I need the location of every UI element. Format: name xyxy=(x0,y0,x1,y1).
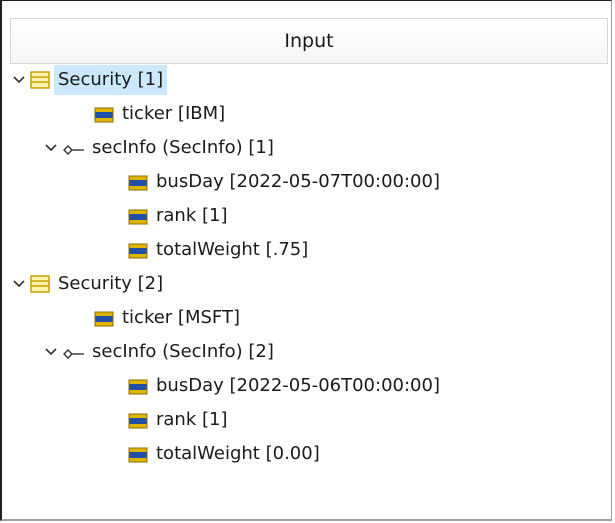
tree-node-group[interactable]: secInfo (SecInfo) [2] xyxy=(2,336,602,368)
tree-node-label: Security [1] xyxy=(54,65,168,95)
tree-node-label: totalWeight [0.00] xyxy=(156,443,320,464)
tree-node-label: rank [1] xyxy=(156,205,228,226)
tree-node-label: Security [2] xyxy=(58,273,164,294)
element-icon xyxy=(30,71,50,94)
tree-node-field[interactable]: rank [1] xyxy=(2,404,602,436)
element-icon xyxy=(30,275,50,298)
field-icon xyxy=(128,413,148,434)
field-icon xyxy=(128,379,148,400)
chevron-down-icon[interactable] xyxy=(42,343,60,361)
tree-node-field[interactable]: ticker [IBM] xyxy=(2,98,602,130)
tree-node-label: totalWeight [.75] xyxy=(156,239,309,260)
tree-node-field[interactable]: rank [1] xyxy=(2,200,602,232)
field-icon xyxy=(128,175,148,196)
tree-node-field[interactable]: totalWeight [0.00] xyxy=(2,438,602,470)
field-icon xyxy=(94,311,114,332)
chevron-down-icon[interactable] xyxy=(10,275,28,293)
tree-node-field[interactable]: busDay [2022-05-06T00:00:00] xyxy=(2,370,602,402)
input-panel: Input Security [1] ticker [IBM] secInfo (S… xyxy=(0,0,612,521)
tree-node-field[interactable]: ticker [MSFT] xyxy=(2,302,602,334)
panel-header[interactable]: Input xyxy=(10,18,608,64)
tree-node-element[interactable]: Security [2] xyxy=(2,268,602,300)
tree-node-label: secInfo (SecInfo) [2] xyxy=(92,341,274,362)
chevron-down-icon[interactable] xyxy=(42,139,60,157)
tree-node-label: secInfo (SecInfo) [1] xyxy=(92,137,274,158)
tree-node-label: busDay [2022-05-07T00:00:00] xyxy=(156,171,440,192)
field-icon xyxy=(128,243,148,264)
tree-node-label: busDay [2022-05-06T00:00:00] xyxy=(156,375,440,396)
relation-icon xyxy=(62,345,86,366)
field-icon xyxy=(94,107,114,128)
tree-node-element[interactable]: Security [1] xyxy=(2,64,602,96)
tree-node-label: ticker [MSFT] xyxy=(122,307,240,328)
tree-node-field[interactable]: busDay [2022-05-07T00:00:00] xyxy=(2,166,602,198)
tree-node-group[interactable]: secInfo (SecInfo) [1] xyxy=(2,132,602,164)
field-icon xyxy=(128,447,148,468)
tree-node-label: ticker [IBM] xyxy=(122,103,226,124)
tree-node-field[interactable]: totalWeight [.75] xyxy=(2,234,602,266)
relation-icon xyxy=(62,141,86,162)
field-icon xyxy=(128,209,148,230)
chevron-down-icon[interactable] xyxy=(10,71,28,89)
tree-node-label: rank [1] xyxy=(156,409,228,430)
panel-header-title: Input xyxy=(284,30,334,52)
